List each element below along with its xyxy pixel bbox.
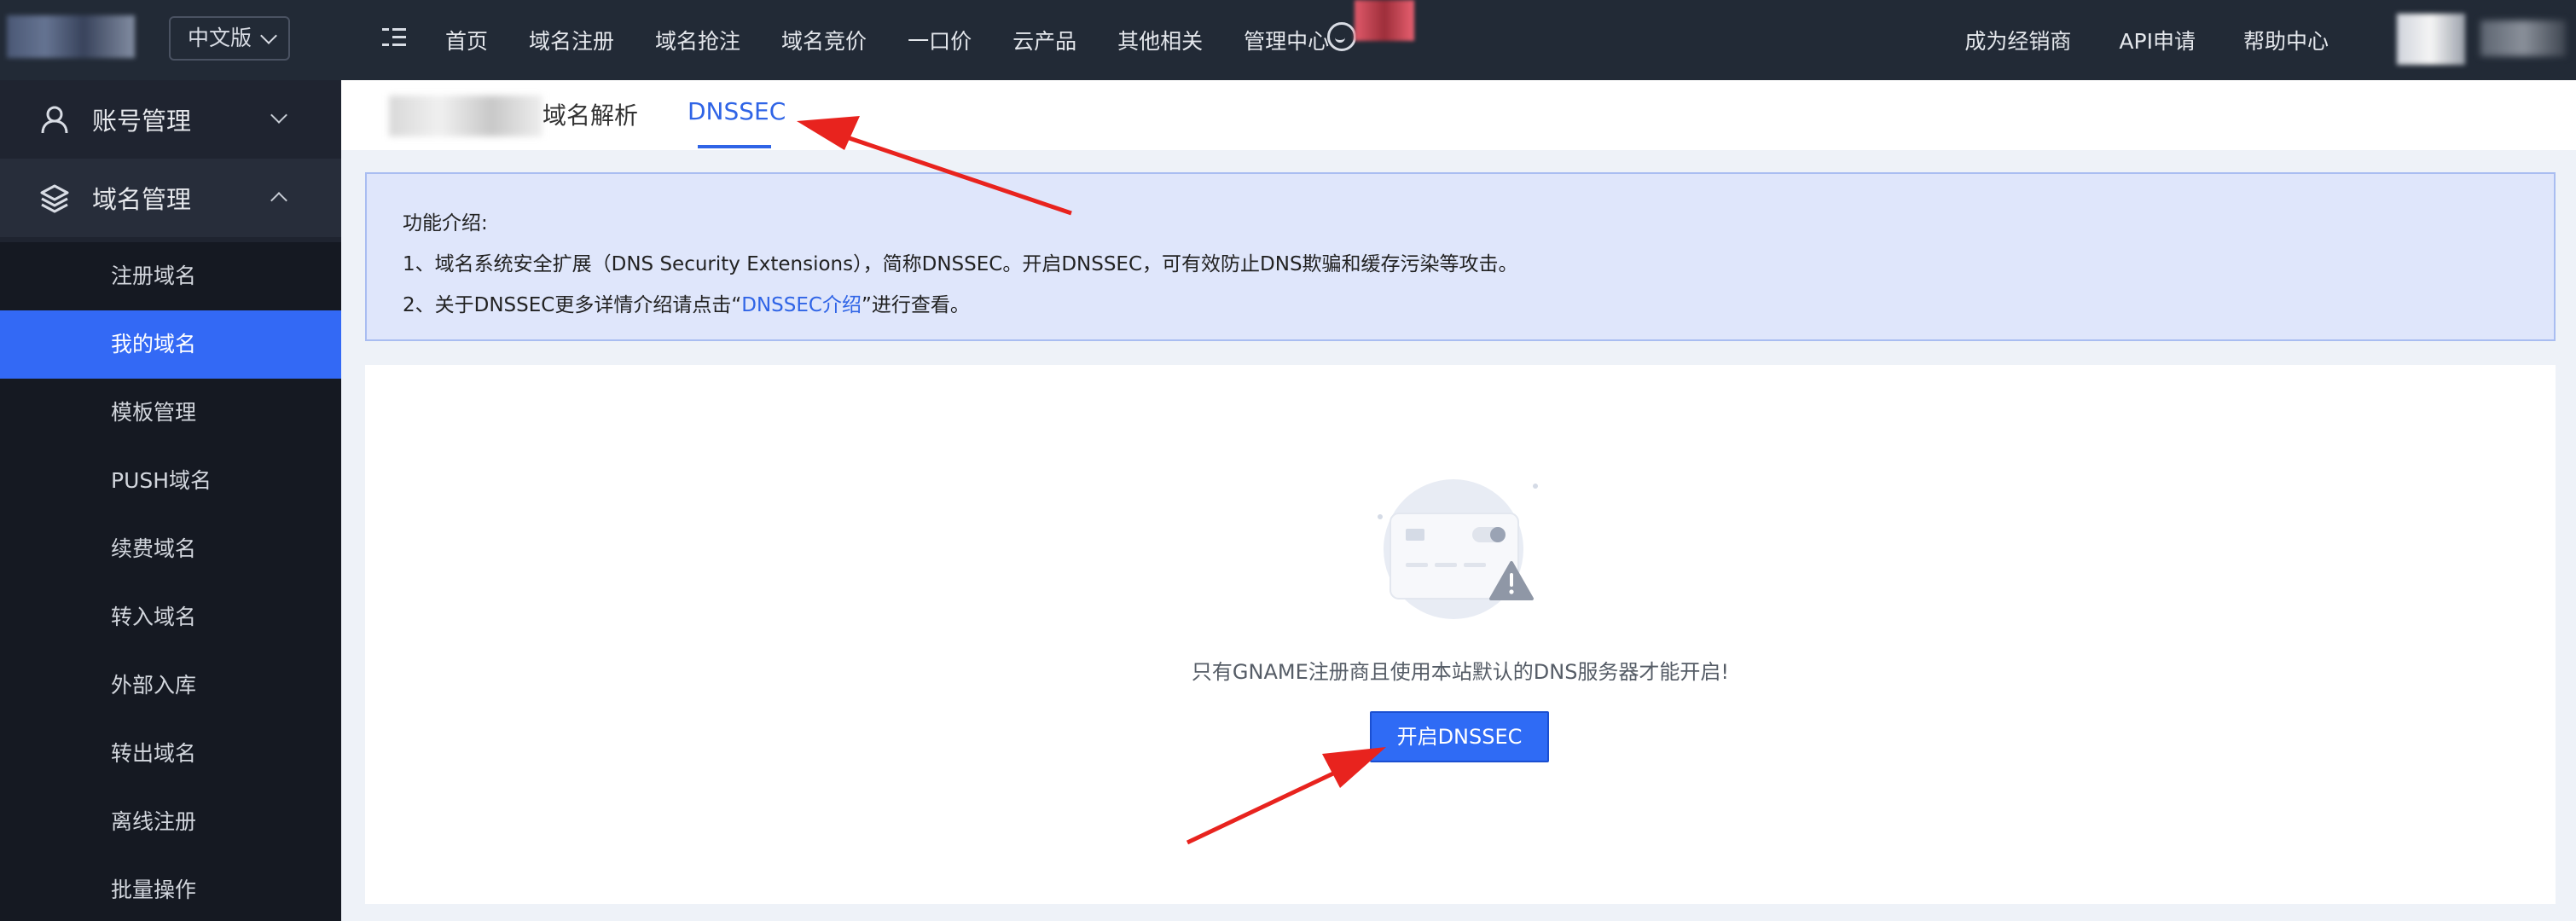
- intro-line-2-suffix: ”进行查看。: [861, 294, 970, 316]
- dnssec-card: 只有GNAME注册商且使用本站默认的DNS服务器才能开启! 开启DNSSEC: [365, 365, 2556, 904]
- menu-toggle-icon[interactable]: [382, 26, 406, 49]
- dnssec-requirement-message: 只有GNAME注册商且使用本站默认的DNS服务器才能开启!: [1191, 660, 1730, 684]
- nav-help-center[interactable]: 帮助中心: [2243, 25, 2329, 55]
- sidebar-item-transfer-out[interactable]: 转出域名: [0, 720, 341, 788]
- blurred-domain-name: [389, 96, 542, 136]
- language-label: 中文版: [188, 26, 252, 50]
- sidebar-item-my-domains[interactable]: 我的域名: [0, 310, 341, 379]
- nav-api-apply[interactable]: API申请: [2119, 25, 2196, 55]
- nav-home[interactable]: 首页: [445, 25, 488, 55]
- nav-domain-auction[interactable]: 域名竞价: [781, 25, 867, 55]
- customer-service-icon[interactable]: [1327, 22, 1356, 51]
- nav-others[interactable]: 其他相关: [1117, 25, 1203, 55]
- sidebar-item-register[interactable]: 注册域名: [0, 242, 341, 310]
- tab-dnssec[interactable]: DNSSEC: [688, 97, 786, 125]
- site-logo[interactable]: [7, 15, 135, 58]
- enable-dnssec-button[interactable]: 开启DNSSEC: [1370, 711, 1549, 762]
- chevron-down-icon: [260, 27, 277, 44]
- chevron-down-icon: [270, 107, 287, 124]
- user-name[interactable]: [2480, 20, 2566, 56]
- notification-badge[interactable]: [1355, 0, 1414, 41]
- intro-line-2-prefix: 2、关于DNSSEC更多详情介绍请点击“: [403, 294, 742, 316]
- nav-cloud-products[interactable]: 云产品: [1012, 25, 1076, 55]
- nav-domain-register[interactable]: 域名注册: [529, 25, 614, 55]
- right-nav: 成为经销商 API申请 帮助中心: [1917, 0, 2329, 80]
- active-tab-indicator: [698, 145, 771, 148]
- nav-management-center[interactable]: 管理中心: [1244, 25, 1329, 55]
- main-nav: 首页 域名注册 域名抢注 域名竞价 一口价 云产品 其他相关 管理中心: [445, 0, 1329, 80]
- card-warning-illustration: [1378, 479, 1538, 619]
- sidebar: 账号管理 域名管理 注册域名 我的域名 模板管理 PUSH域名 续费域名 转入域…: [0, 80, 341, 921]
- layers-icon: [40, 184, 69, 213]
- sidebar-group-label: 账号管理: [92, 107, 192, 136]
- nav-become-reseller[interactable]: 成为经销商: [1964, 25, 2071, 55]
- sidebar-item-batch[interactable]: 批量操作: [0, 856, 341, 921]
- language-select[interactable]: 中文版: [169, 16, 290, 61]
- user-icon: [41, 106, 68, 134]
- sidebar-item-external-import[interactable]: 外部入库: [0, 652, 341, 720]
- sidebar-item-offline-register[interactable]: 离线注册: [0, 788, 341, 856]
- intro-line-1: 1、域名系统安全扩展（DNS Security Extensions），简称DN…: [403, 253, 1518, 275]
- nav-domain-backorder[interactable]: 域名抢注: [655, 25, 740, 55]
- sidebar-item-renew[interactable]: 续费域名: [0, 515, 341, 583]
- feature-intro-panel: 功能介绍: 1、域名系统安全扩展（DNS Security Extensions…: [365, 172, 2556, 341]
- intro-line-2: 2、关于DNSSEC更多详情介绍请点击“DNSSEC介绍”进行查看。: [403, 285, 2554, 326]
- sidebar-group-account[interactable]: 账号管理: [0, 80, 341, 159]
- tab-bar: 域名解析 DNSSEC: [341, 80, 2576, 150]
- tab-dns-resolution[interactable]: 域名解析: [542, 97, 638, 131]
- sidebar-item-transfer-in[interactable]: 转入域名: [0, 583, 341, 652]
- nav-fixed-price[interactable]: 一口价: [908, 25, 972, 55]
- top-navbar: 中文版 首页 域名注册 域名抢注 域名竞价 一口价 云产品 其他相关 管理中心 …: [0, 0, 2576, 80]
- avatar[interactable]: [2397, 14, 2465, 65]
- dnssec-intro-link[interactable]: DNSSEC介绍: [741, 294, 862, 316]
- sidebar-item-push[interactable]: PUSH域名: [0, 447, 341, 515]
- sidebar-item-templates[interactable]: 模板管理: [0, 379, 341, 447]
- intro-title: 功能介绍:: [403, 212, 488, 235]
- chevron-up-icon: [270, 192, 287, 209]
- sidebar-group-label: 域名管理: [92, 185, 192, 214]
- sidebar-group-domain[interactable]: 域名管理: [0, 159, 341, 237]
